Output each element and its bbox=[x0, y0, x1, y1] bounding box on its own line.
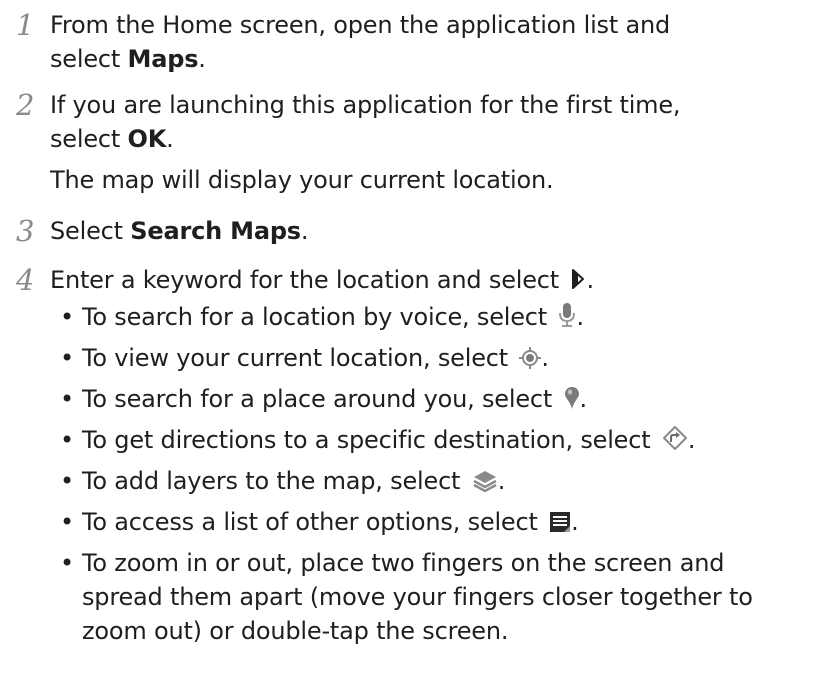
step-number: 1 bbox=[16, 8, 35, 42]
text-suffix: . bbox=[497, 467, 506, 495]
bullet-dot: • bbox=[60, 385, 74, 413]
bullet-text: To get directions to a specific destinat… bbox=[82, 426, 658, 454]
bullet-text: To search for a location by voice, selec… bbox=[82, 303, 555, 331]
step-number: 2 bbox=[16, 88, 35, 122]
bullet-dot: • bbox=[60, 344, 74, 372]
text-suffix: . bbox=[541, 344, 549, 372]
text-suffix: . bbox=[687, 426, 696, 454]
step-text: If you are launching this application fo… bbox=[50, 88, 800, 197]
bold-term: OK bbox=[127, 125, 167, 153]
text-prefix: select bbox=[50, 125, 128, 153]
text-prefix: Select bbox=[50, 217, 131, 245]
list-item-text: To view your current location, select . bbox=[82, 341, 820, 375]
bullet-text: To view your current location, select bbox=[82, 344, 516, 372]
step-text: From the Home screen, open the applicati… bbox=[50, 8, 800, 76]
text-prefix: Enter a keyword for the location and sel… bbox=[50, 266, 567, 294]
text-suffix: . bbox=[166, 125, 174, 153]
bold-term: Search Maps bbox=[130, 217, 301, 245]
bullet-text: To add layers to the map, select bbox=[82, 467, 468, 495]
text-suffix: . bbox=[586, 266, 594, 294]
text-suffix: . bbox=[579, 385, 588, 413]
my-location-icon bbox=[519, 347, 542, 369]
text-suffix: . bbox=[198, 45, 206, 73]
bullet-text: To search for a place around you, select bbox=[82, 385, 560, 413]
text-suffix: . bbox=[576, 303, 584, 331]
step-line: From the Home screen, open the applicati… bbox=[50, 11, 671, 39]
step-line: If you are launching this application fo… bbox=[50, 91, 681, 119]
directions-icon bbox=[662, 425, 688, 451]
place-pin-icon bbox=[564, 386, 580, 410]
list-item-text: To search for a place around you, select… bbox=[82, 382, 820, 416]
list-item-text: To add layers to the map, select . bbox=[82, 464, 820, 498]
step-number: 3 bbox=[16, 214, 35, 248]
step-line: The map will display your current locati… bbox=[50, 166, 554, 194]
step-number: 4 bbox=[16, 263, 35, 297]
bullet-dot: • bbox=[60, 303, 74, 331]
bullet-line: To zoom in or out, place two fingers on … bbox=[82, 549, 725, 577]
step-line: select Maps. bbox=[50, 42, 800, 76]
bullet-text: To access a list of other options, selec… bbox=[82, 508, 546, 536]
list-item-text: To access a list of other options, selec… bbox=[82, 505, 820, 539]
microphone-icon bbox=[558, 302, 576, 328]
step-text: Enter a keyword for the location and sel… bbox=[50, 263, 800, 297]
play-arrow-icon bbox=[570, 267, 586, 291]
bullet-line: spread them apart (move your fingers clo… bbox=[82, 583, 753, 611]
bullet-dot: • bbox=[60, 467, 74, 495]
bullet-line: zoom out) or double-tap the screen. bbox=[82, 617, 509, 645]
layers-icon bbox=[472, 470, 498, 492]
step-text: Select Search Maps. bbox=[50, 214, 800, 248]
bullet-dot: • bbox=[60, 549, 74, 577]
step-line: Select Search Maps. bbox=[50, 214, 800, 248]
list-item-text: To search for a location by voice, selec… bbox=[82, 300, 820, 334]
text-suffix: . bbox=[571, 508, 579, 536]
text-suffix: . bbox=[300, 217, 309, 245]
list-item-text: To zoom in or out, place two fingers on … bbox=[82, 546, 820, 648]
text-prefix: select bbox=[50, 45, 128, 73]
step-line: Enter a keyword for the location and sel… bbox=[50, 263, 800, 297]
manual-page: 1 From the Home screen, open the applica… bbox=[0, 0, 824, 685]
bullet-dot: • bbox=[60, 508, 74, 536]
bullet-dot: • bbox=[60, 426, 74, 454]
step-line: select OK. bbox=[50, 122, 800, 156]
list-item-text: To get directions to a specific destinat… bbox=[82, 423, 820, 457]
menu-icon bbox=[549, 511, 571, 533]
bold-term: Maps bbox=[127, 45, 199, 73]
